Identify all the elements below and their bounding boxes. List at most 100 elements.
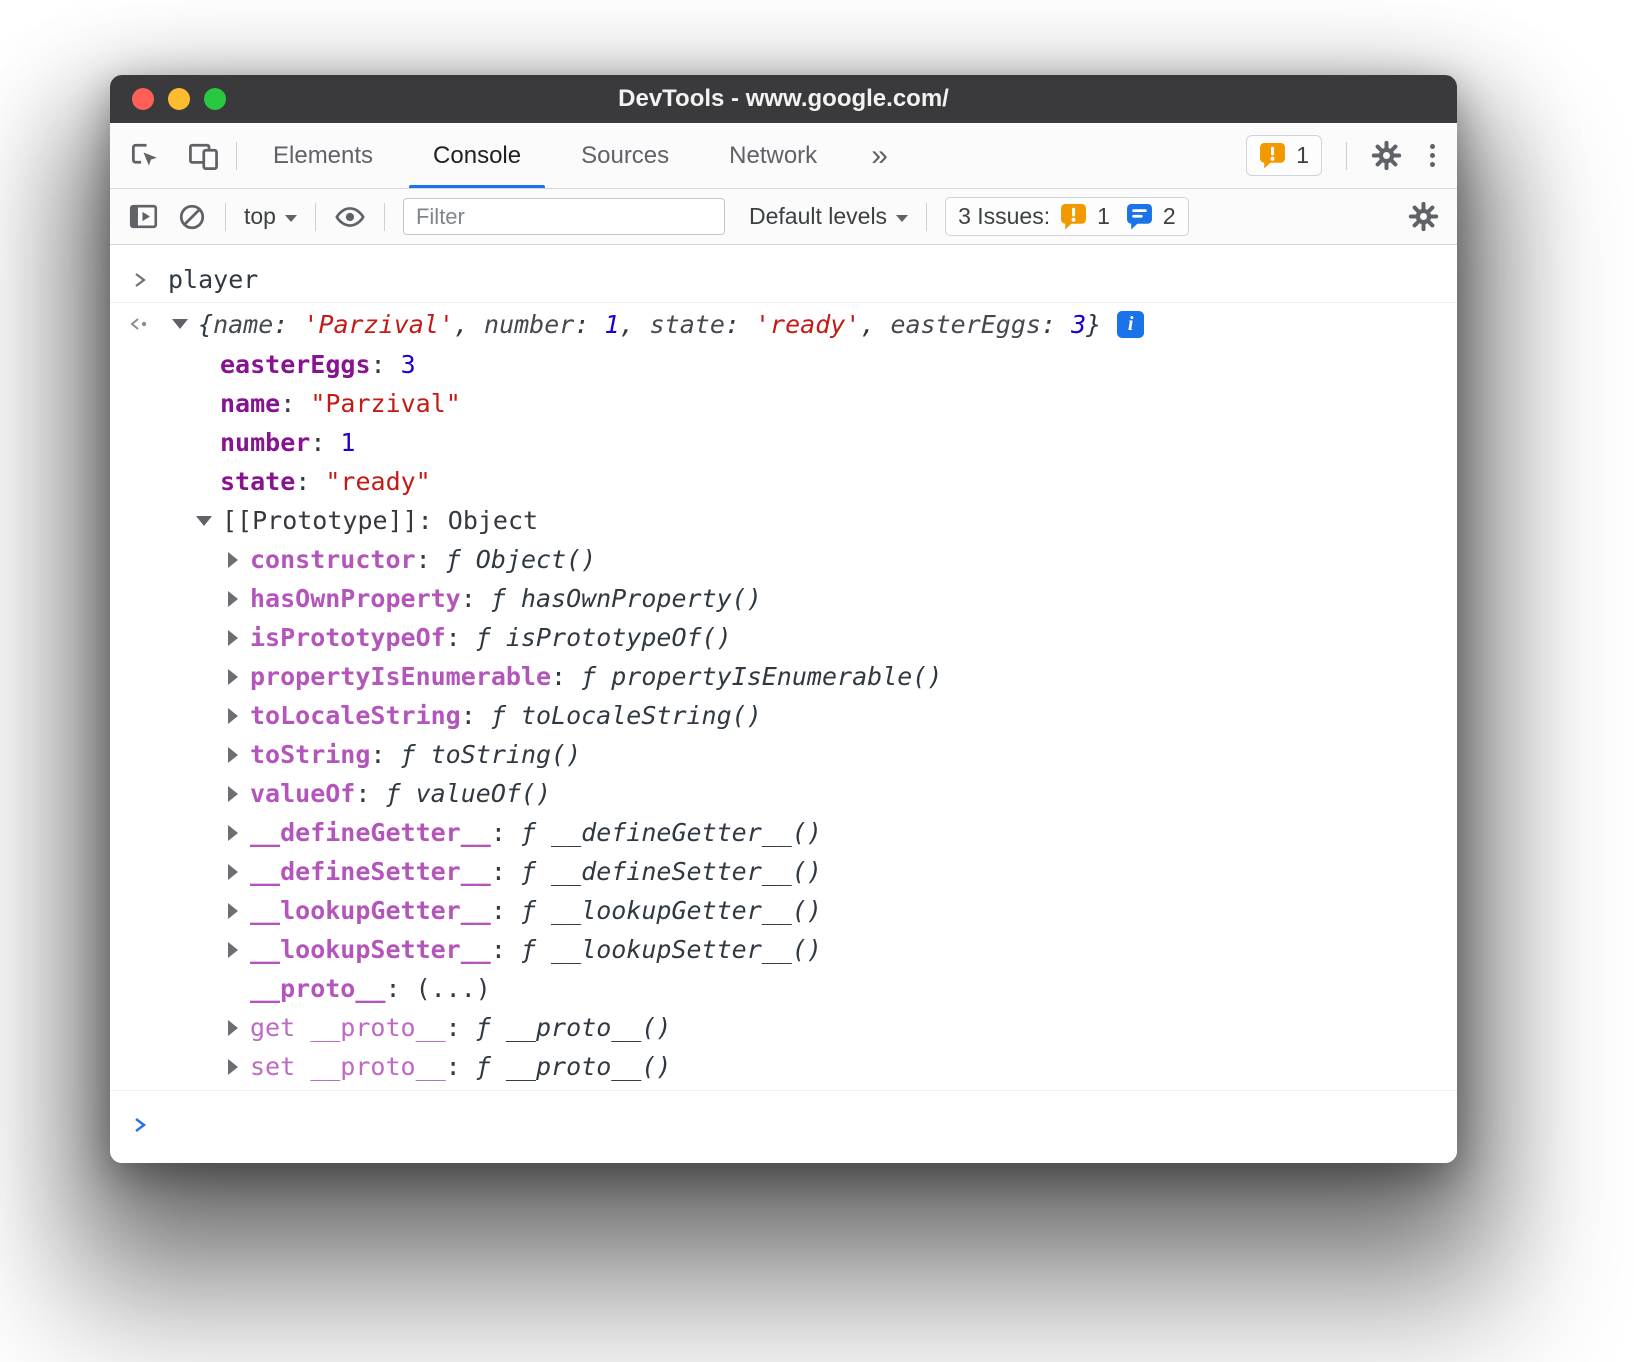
console-property-row-__defineSetter__[interactable]: __defineSetter__: ƒ __defineSetter__() [110,852,1457,891]
separator-text: : [491,857,521,886]
console-command-row[interactable]: player [110,257,1457,303]
dot-icon [1430,153,1435,158]
window-title: DevTools - www.google.com/ [110,85,1457,113]
preview-token: , [620,310,650,339]
preview-token: 'Parzival' [303,310,454,339]
orange-exclamation-bubble-icon [1259,142,1286,169]
expand-triangle-icon[interactable] [228,552,238,568]
expand-triangle-icon[interactable] [228,630,238,646]
property-name: valueOf [250,779,355,808]
tab-sources[interactable]: Sources [551,123,699,188]
prototype-row[interactable]: [[Prototype]] : Object [110,501,1457,540]
expand-triangle-icon[interactable] [228,786,238,802]
inspect-cursor-icon [128,139,161,172]
issues-counter-button[interactable]: 1 [1246,135,1322,176]
console-property-row-name[interactable]: name: "Parzival" [110,384,1457,423]
expand-triangle-icon[interactable] [228,864,238,880]
tab-sources-label: Sources [581,142,669,170]
issues-summary-button[interactable]: 3 Issues: 1 2 [945,197,1189,236]
preview-token: name [213,310,273,339]
separator-text: : [446,1052,476,1081]
create-live-expression-button[interactable] [334,201,366,233]
javascript-context-dropdown[interactable]: top [244,203,297,230]
settings-button[interactable] [1371,140,1402,171]
tab-console-label: Console [433,142,521,170]
collapse-triangle-icon[interactable] [172,319,188,329]
preview-token: : [574,310,604,339]
clear-console-button[interactable] [177,202,207,232]
eye-icon [334,201,366,233]
console-property-row-get-__proto__[interactable]: get __proto__: ƒ __proto__() [110,1008,1457,1047]
expand-triangle-icon[interactable] [228,903,238,919]
log-levels-label: Default levels [749,203,887,230]
property-value-function: ƒ __proto__() [476,1013,672,1042]
tab-elements[interactable]: Elements [243,123,403,188]
console-property-row-__proto__[interactable]: __proto__: (...) [110,969,1457,1008]
console-property-row-number[interactable]: number: 1 [110,423,1457,462]
property-value: 1 [340,428,355,457]
tab-network[interactable]: Network [699,123,847,188]
console-property-row-set-__proto__[interactable]: set __proto__: ƒ __proto__() [110,1047,1457,1086]
tabbar-left-icons [110,123,236,188]
console-result-entry[interactable]: {name: 'Parzival', number: 1, state: 're… [110,303,1457,1091]
property-value-ellipsis[interactable]: (...) [416,974,491,1003]
toggle-device-toolbar-button[interactable] [187,139,220,172]
tab-console[interactable]: Console [403,123,551,188]
expand-triangle-icon[interactable] [228,825,238,841]
context-label: top [244,203,276,230]
collapse-triangle-icon[interactable] [196,516,212,526]
property-value-function: ƒ __lookupGetter__() [521,896,822,925]
property-name: state [220,467,295,496]
console-property-row-constructor[interactable]: constructor: ƒ Object() [110,540,1457,579]
issues-summary-label: 3 Issues: [958,203,1050,230]
more-options-button[interactable] [1426,140,1439,171]
more-tabs-button[interactable]: » [847,123,912,188]
console-property-row-__lookupGetter__[interactable]: __lookupGetter__: ƒ __lookupGetter__() [110,891,1457,930]
expand-triangle-icon[interactable] [228,708,238,724]
console-property-row-toLocaleString[interactable]: toLocaleString: ƒ toLocaleString() [110,696,1457,735]
filter-input[interactable] [403,198,725,235]
prototype-properties-list: constructor: ƒ Object()hasOwnProperty: ƒ… [110,540,1457,1086]
expand-triangle-icon[interactable] [228,942,238,958]
expand-triangle-icon[interactable] [228,1059,238,1075]
preview-token: , [454,310,484,339]
console-property-row-toString[interactable]: toString: ƒ toString() [110,735,1457,774]
separator-text: : [416,545,446,574]
zoom-window-button[interactable] [204,88,226,110]
close-window-button[interactable] [132,88,154,110]
log-levels-dropdown[interactable]: Default levels [749,203,908,230]
preview-token: 'ready' [755,310,860,339]
titlebar[interactable]: DevTools - www.google.com/ [110,75,1457,123]
panel-tabs: Elements Console Sources Network » [243,123,912,188]
expand-triangle-icon[interactable] [228,669,238,685]
console-property-row-isPrototypeOf[interactable]: isPrototypeOf: ƒ isPrototypeOf() [110,618,1457,657]
separator-text: : [371,350,401,379]
inspect-element-button[interactable] [128,139,161,172]
object-preview-row[interactable]: {name: 'Parzival', number: 1, state: 're… [110,303,1457,345]
separator-text: : [446,623,476,652]
console-property-row-propertyIsEnumerable[interactable]: propertyIsEnumerable: ƒ propertyIsEnumer… [110,657,1457,696]
console-property-row-state[interactable]: state: "ready" [110,462,1457,501]
console-settings-button[interactable] [1408,201,1439,232]
separator-text: : [461,584,491,613]
blue-message-bubble-icon [1126,203,1153,230]
console-sidebar-toggle-button[interactable] [128,201,159,232]
property-name: hasOwnProperty [250,584,461,613]
console-messages-area[interactable]: player {name: 'Parzival', number: 1, sta… [110,245,1457,1163]
console-property-row-easterEggs[interactable]: easterEggs: 3 [110,345,1457,384]
console-property-row-valueOf[interactable]: valueOf: ƒ valueOf() [110,774,1457,813]
info-icon[interactable]: i [1117,311,1144,338]
expand-triangle-icon[interactable] [228,1020,238,1036]
console-property-row-hasOwnProperty[interactable]: hasOwnProperty: ƒ hasOwnProperty() [110,579,1457,618]
expand-triangle-icon[interactable] [228,747,238,763]
property-name: __lookupSetter__ [250,935,491,964]
console-property-row-__defineGetter__[interactable]: __defineGetter__: ƒ __defineGetter__() [110,813,1457,852]
minimize-window-button[interactable] [168,88,190,110]
expand-triangle-icon[interactable] [228,591,238,607]
console-property-row-__lookupSetter__[interactable]: __lookupSetter__: ƒ __lookupSetter__() [110,930,1457,969]
command-chevron-icon [132,271,148,289]
issues-error-count: 1 [1097,203,1110,230]
console-prompt[interactable] [110,1105,1457,1144]
separator-text: : [491,818,521,847]
separator-text: : [418,506,448,535]
